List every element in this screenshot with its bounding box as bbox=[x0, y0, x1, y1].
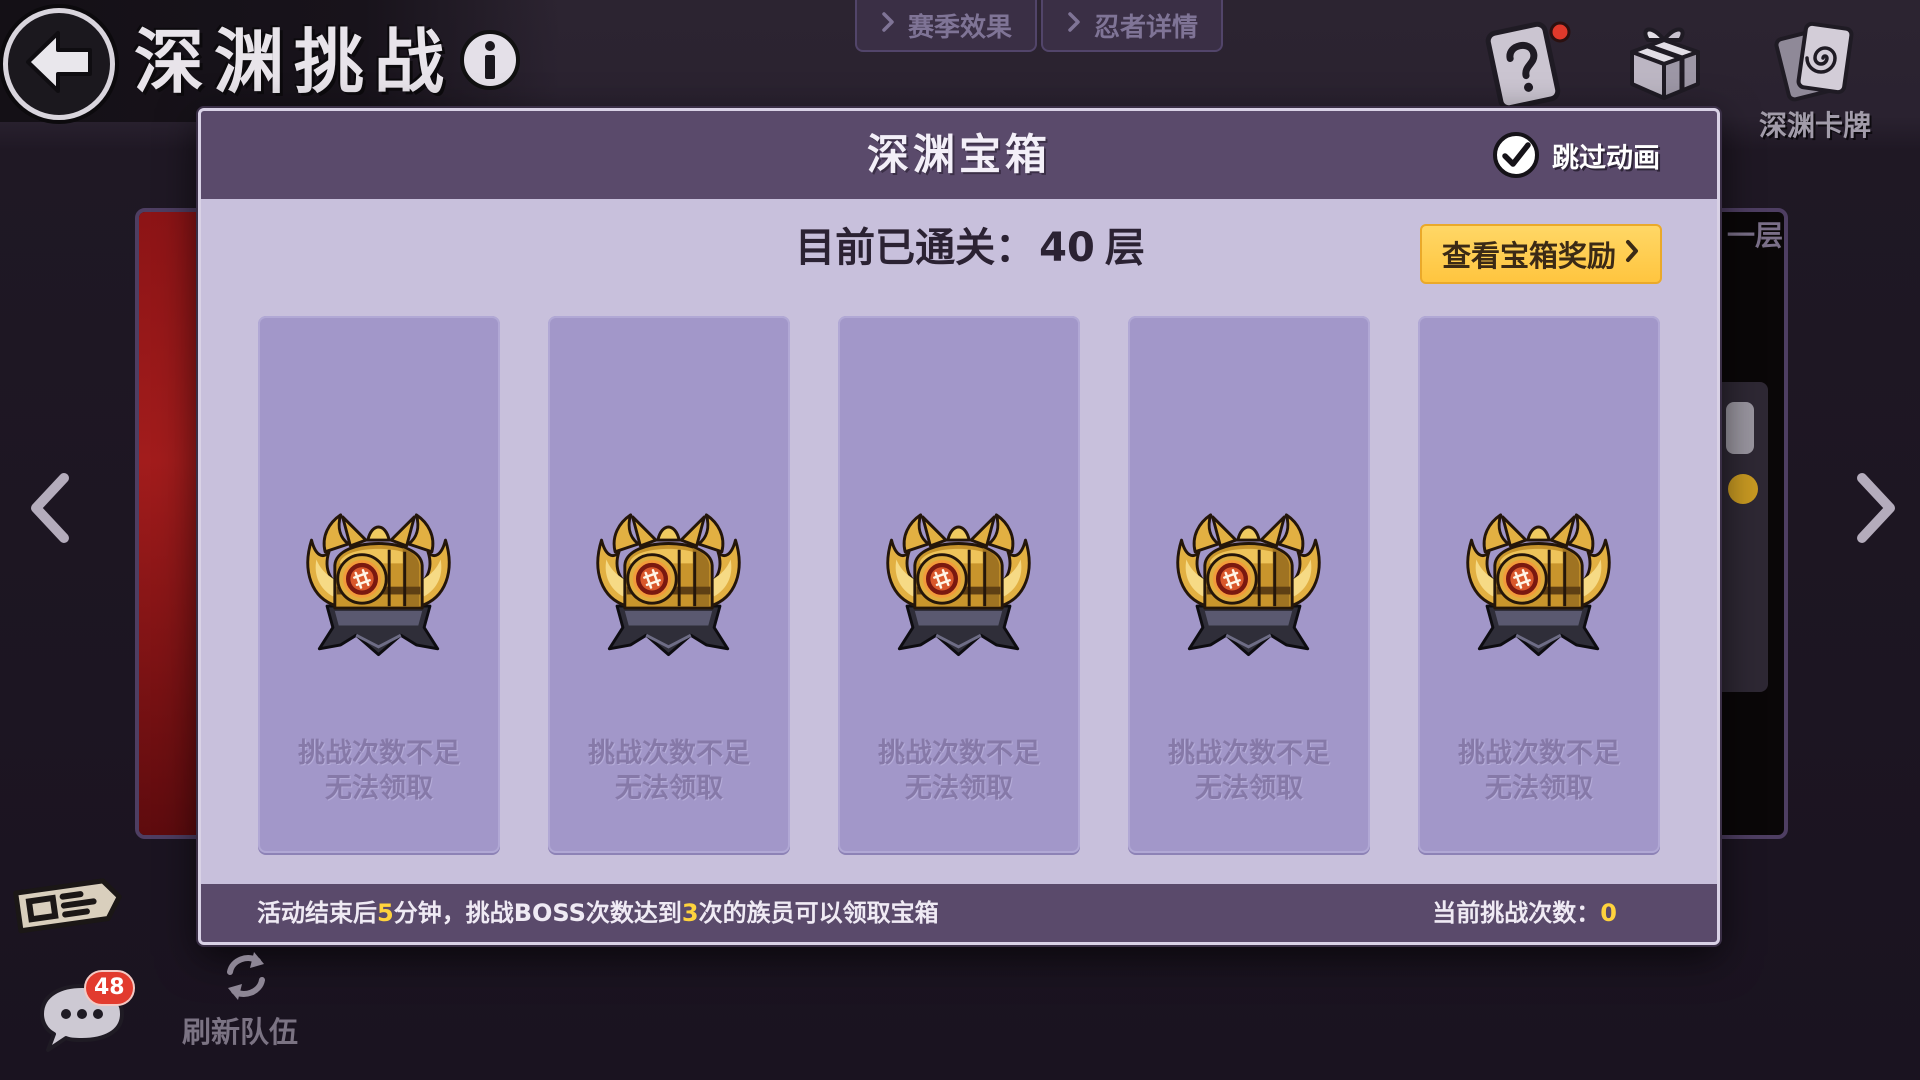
chevron-left-icon bbox=[31, 473, 69, 543]
chat-unread-badge: 48 bbox=[84, 970, 135, 1006]
progress-label: 目前已通关： bbox=[795, 225, 1036, 271]
chest-card-3[interactable]: 挑战次数不足 无法领取 bbox=[838, 316, 1080, 853]
gift-box-icon bbox=[1630, 27, 1700, 100]
progress-unit: 层 bbox=[1104, 225, 1145, 271]
help-card-button[interactable] bbox=[1478, 14, 1578, 110]
view-chest-rewards-button[interactable]: 查看宝箱奖励 bbox=[1420, 224, 1662, 284]
signboard-button[interactable] bbox=[10, 866, 126, 946]
rule-minutes: 5 bbox=[377, 899, 394, 927]
back-button[interactable] bbox=[3, 8, 115, 120]
prev-stage-button[interactable] bbox=[26, 470, 74, 546]
rule-required-count: 3 bbox=[681, 899, 699, 927]
chest-status: 挑战次数不足 无法领取 bbox=[1418, 736, 1660, 806]
back-arrow-icon bbox=[22, 25, 96, 103]
coin-icon bbox=[1728, 474, 1758, 504]
refresh-team-label[interactable]: 刷新队伍 bbox=[182, 1012, 298, 1052]
abyss-card-button[interactable] bbox=[1770, 16, 1860, 104]
current-challenge-count: 当前挑战次数：0 bbox=[1432, 884, 1617, 942]
abyss-chest-modal: 深渊宝箱 跳过动画 目前已通关： 40 层 查看宝箱奖励 挑战次数不足 无法领取… bbox=[198, 108, 1720, 945]
signboard-icon bbox=[13, 878, 122, 934]
chevron-right-icon bbox=[880, 10, 896, 41]
chevron-right-icon bbox=[1624, 237, 1640, 271]
chevron-right-icon bbox=[1066, 10, 1082, 41]
gift-button[interactable] bbox=[1620, 18, 1708, 106]
chest-status-line-1: 挑战次数不足 bbox=[588, 738, 750, 769]
cleared-floors: 40 bbox=[1039, 225, 1095, 271]
chest-status: 挑战次数不足 无法领取 bbox=[258, 736, 500, 806]
chest-status-line-1: 挑战次数不足 bbox=[878, 738, 1040, 769]
chest-status-line-2: 无法领取 bbox=[325, 773, 433, 804]
notification-dot bbox=[1549, 21, 1571, 43]
skip-animation-toggle[interactable]: 跳过动画 bbox=[1492, 131, 1660, 179]
next-floor-hint[interactable]: 一层 bbox=[1727, 214, 1783, 254]
modal-title: 深渊宝箱 bbox=[866, 130, 1051, 179]
info-button[interactable] bbox=[458, 30, 522, 94]
view-rewards-label: 查看宝箱奖励 bbox=[1441, 239, 1616, 273]
treasure-chest-icon bbox=[586, 491, 751, 661]
abyss-card-label: 深渊卡牌 bbox=[1758, 109, 1871, 142]
tab-ninja-details[interactable]: 忍者详情 bbox=[1041, 0, 1223, 52]
chest-status-line-2: 无法领取 bbox=[615, 773, 723, 804]
next-stage-button[interactable] bbox=[1852, 470, 1900, 546]
chest-status-line-1: 挑战次数不足 bbox=[1458, 738, 1620, 769]
chest-status: 挑战次数不足 无法领取 bbox=[1128, 736, 1370, 806]
chest-card-5[interactable]: 挑战次数不足 无法领取 bbox=[1418, 316, 1660, 853]
challenge-count-value: 0 bbox=[1600, 899, 1617, 927]
chevron-right-icon bbox=[1857, 473, 1895, 543]
chest-status-line-2: 无法领取 bbox=[1485, 773, 1593, 804]
chest-status: 挑战次数不足 无法领取 bbox=[838, 736, 1080, 806]
chest-status-line-1: 挑战次数不足 bbox=[1168, 738, 1330, 769]
checkbox-checked-icon bbox=[1493, 132, 1539, 178]
info-icon bbox=[458, 28, 522, 96]
page-title: 深渊挑战 bbox=[134, 21, 454, 103]
chest-card-1[interactable]: 挑战次数不足 无法领取 bbox=[258, 316, 500, 853]
chest-card-4[interactable]: 挑战次数不足 无法领取 bbox=[1128, 316, 1370, 853]
tab-season-effects[interactable]: 赛季效果 bbox=[855, 0, 1037, 52]
chest-card-row: 挑战次数不足 无法领取 挑战次数不足 无法领取 挑战次数不足 无法领取 挑战次数… bbox=[258, 316, 1660, 853]
treasure-chest-icon bbox=[876, 491, 1041, 661]
help-card-icon bbox=[1485, 21, 1571, 110]
rule-text-part: 分钟，挑战BOSS次数达到 bbox=[393, 899, 682, 927]
claim-rule-text: 活动结束后5分钟，挑战BOSS次数达到3次的族员可以领取宝箱 bbox=[257, 884, 939, 942]
tab-label: 忍者详情 bbox=[1093, 12, 1198, 43]
rule-text-part: 次的族员可以领取宝箱 bbox=[698, 899, 939, 927]
refresh-team-button[interactable] bbox=[216, 946, 276, 1006]
tab-label: 赛季效果 bbox=[907, 12, 1012, 43]
chest-status-line-2: 无法领取 bbox=[1195, 773, 1303, 804]
modal-footer: 活动结束后5分钟，挑战BOSS次数达到3次的族员可以领取宝箱 当前挑战次数：0 bbox=[201, 884, 1717, 942]
treasure-chest-icon bbox=[1166, 491, 1331, 661]
abyss-card-icon bbox=[1774, 21, 1854, 102]
chest-status-line-2: 无法领取 bbox=[905, 773, 1013, 804]
side-info-item bbox=[1726, 402, 1754, 454]
challenge-count-label: 当前挑战次数： bbox=[1432, 899, 1601, 927]
chest-status: 挑战次数不足 无法领取 bbox=[548, 736, 790, 806]
chest-card-2[interactable]: 挑战次数不足 无法领取 bbox=[548, 316, 790, 853]
refresh-icon bbox=[227, 952, 265, 1000]
rule-text-part: 活动结束后 bbox=[257, 899, 377, 927]
skip-animation-label: 跳过动画 bbox=[1552, 142, 1660, 174]
chest-status-line-1: 挑战次数不足 bbox=[298, 738, 460, 769]
treasure-chest-icon bbox=[296, 491, 461, 661]
treasure-chest-icon bbox=[1456, 491, 1621, 661]
